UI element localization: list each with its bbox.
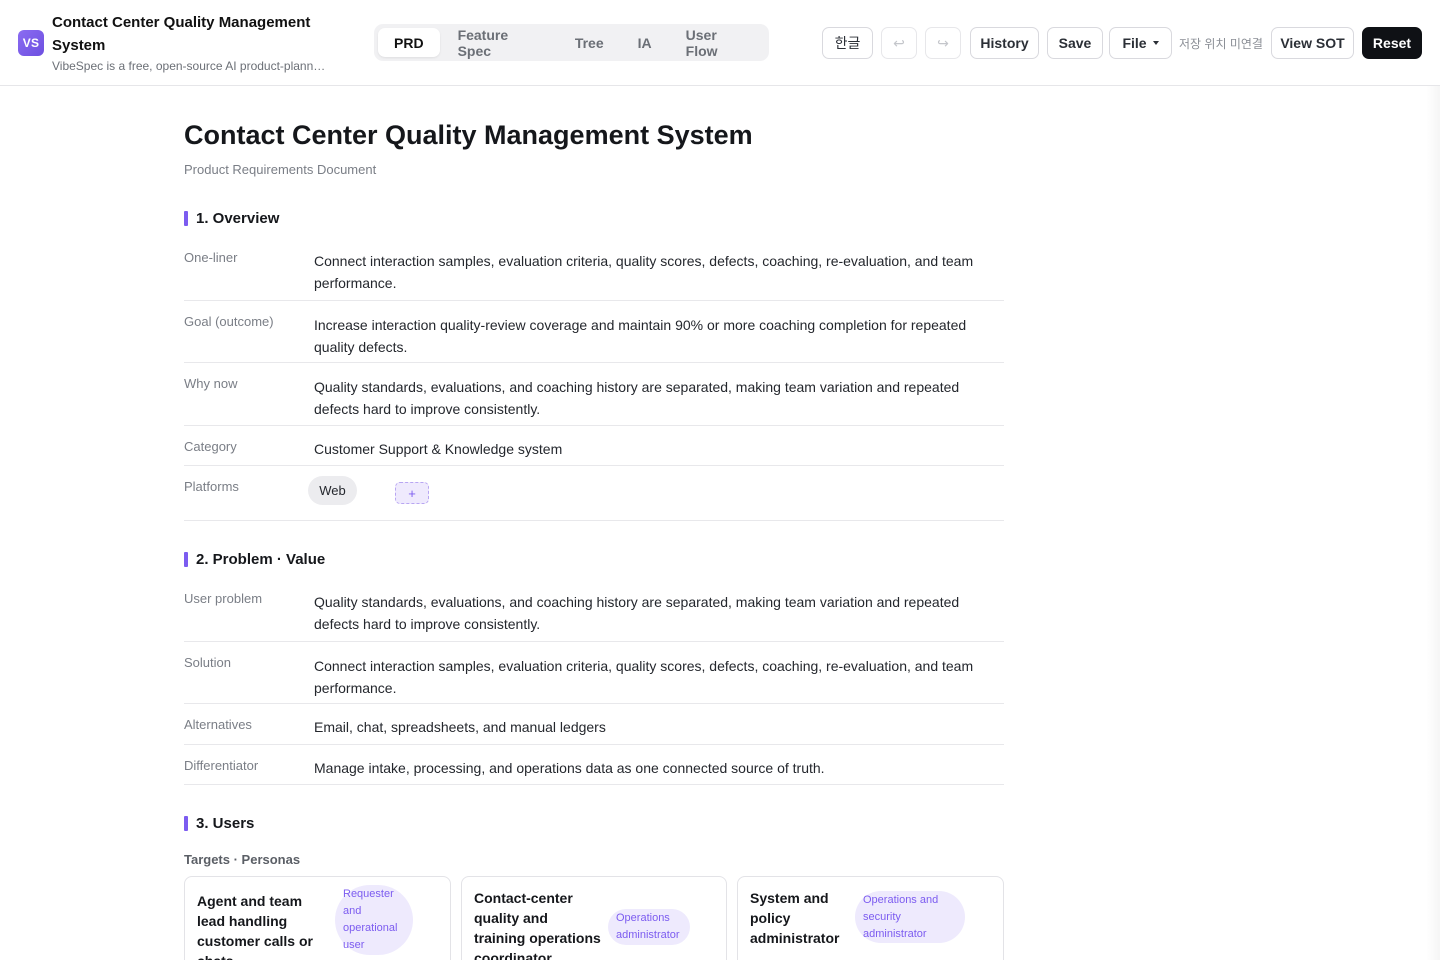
redo-icon: ↪ [937, 34, 949, 51]
tab-ia[interactable]: IA [622, 28, 668, 57]
persona-role-badge: Operations administrator [608, 909, 690, 945]
field-row-solution[interactable]: Solution Connect interaction samples, ev… [184, 642, 1004, 704]
field-label: User problem [184, 591, 263, 606]
view-tabs: PRD Feature Spec Tree IA User Flow [374, 24, 769, 61]
section-heading-overview: 1. Overview [184, 209, 280, 227]
field-label: One-liner [184, 250, 238, 265]
view-sot-button[interactable]: View SOT [1271, 27, 1354, 59]
field-label: Why now [184, 376, 238, 391]
document-subtitle: Product Requirements Document [184, 162, 377, 177]
persona-role-badge: Operations and security administrator [855, 891, 965, 943]
persona-name: Agent and team lead handling customer ca… [197, 893, 313, 960]
section-heading-users: 3. Users [184, 814, 255, 832]
undo-icon: ↩ [893, 34, 905, 51]
field-value[interactable]: Quality standards, evaluations, and coac… [314, 591, 999, 635]
field-row-why-now[interactable]: Why now Quality standards, evaluations, … [184, 363, 1004, 426]
persona-name: Contact-center quality and training oper… [474, 890, 601, 960]
scroll-edge-shadow [1426, 86, 1440, 960]
section-title: 3. Users [196, 814, 255, 832]
persona-card[interactable]: Agent and team lead handling customer ca… [184, 876, 451, 960]
app-logo: VS [18, 30, 44, 56]
field-row-platforms: Platforms Web + [184, 466, 1004, 521]
file-menu-label: File [1122, 35, 1147, 51]
field-label: Solution [184, 655, 231, 670]
undo-button[interactable]: ↩ [881, 27, 917, 59]
file-menu-button[interactable]: File [1109, 27, 1172, 59]
personas-subheading: Targets · Personas [184, 852, 301, 867]
top-bar: VS Contact Center Quality Management Sys… [0, 0, 1440, 86]
field-label: Differentiator [184, 758, 259, 773]
persona-role-badge: Requester and operational user [335, 885, 413, 955]
redo-button[interactable]: ↪ [925, 27, 961, 59]
platform-chip-web[interactable]: Web [308, 476, 357, 505]
field-value[interactable]: Email, chat, spreadsheets, and manual le… [314, 716, 999, 738]
section-title: 1. Overview [196, 209, 280, 227]
history-button[interactable]: History [970, 27, 1039, 59]
persona-card[interactable]: System and policy administrator Operatio… [737, 876, 1004, 960]
field-row-differentiator[interactable]: Differentiator Manage intake, processing… [184, 745, 1004, 785]
tab-tree[interactable]: Tree [559, 28, 620, 57]
field-row-category[interactable]: Category Customer Support & Knowledge sy… [184, 426, 1004, 466]
document-title: Contact Center Quality Management System [184, 120, 753, 150]
save-location-status: 저장 위치 미연결 [1179, 37, 1263, 51]
save-button[interactable]: Save [1047, 27, 1103, 59]
tab-feature-spec[interactable]: Feature Spec [442, 27, 557, 59]
tab-prd[interactable]: PRD [378, 28, 440, 57]
section-title: 2. Problem · Value [196, 550, 326, 568]
field-value[interactable]: Manage intake, processing, and operation… [314, 757, 999, 779]
field-label: Platforms [184, 479, 239, 494]
section-heading-problem-value: 2. Problem · Value [184, 550, 326, 568]
field-value[interactable]: Connect interaction samples, evaluation … [314, 250, 999, 294]
tab-user-flow[interactable]: User Flow [670, 27, 765, 59]
language-toggle-button[interactable]: 한글 [822, 27, 873, 59]
app-subtitle: VibeSpec is a free, open-source AI produ… [52, 59, 327, 73]
app-title: Contact Center Quality Management System [52, 14, 311, 54]
section-accent-bar [184, 210, 188, 226]
section-accent-bar [184, 815, 188, 831]
field-value[interactable]: Quality standards, evaluations, and coac… [314, 376, 999, 420]
field-row-one-liner[interactable]: One-liner Connect interaction samples, e… [184, 242, 1004, 301]
field-value[interactable]: Customer Support & Knowledge system [314, 438, 999, 460]
chevron-down-icon [1152, 41, 1159, 45]
add-platform-button[interactable]: + [395, 482, 429, 504]
section-accent-bar [184, 551, 188, 567]
persona-card[interactable]: Contact-center quality and training oper… [461, 876, 727, 960]
field-label: Goal (outcome) [184, 314, 274, 329]
field-row-goal[interactable]: Goal (outcome) Increase interaction qual… [184, 301, 1004, 363]
field-value[interactable]: Connect interaction samples, evaluation … [314, 655, 999, 699]
field-value[interactable]: Increase interaction quality-review cove… [314, 314, 999, 358]
field-label: Alternatives [184, 717, 252, 732]
field-label: Category [184, 439, 237, 454]
field-row-alternatives[interactable]: Alternatives Email, chat, spreadsheets, … [184, 704, 1004, 745]
persona-name: System and policy administrator [750, 890, 840, 946]
reset-button[interactable]: Reset [1362, 27, 1422, 59]
field-row-user-problem[interactable]: User problem Quality standards, evaluati… [184, 583, 1004, 642]
